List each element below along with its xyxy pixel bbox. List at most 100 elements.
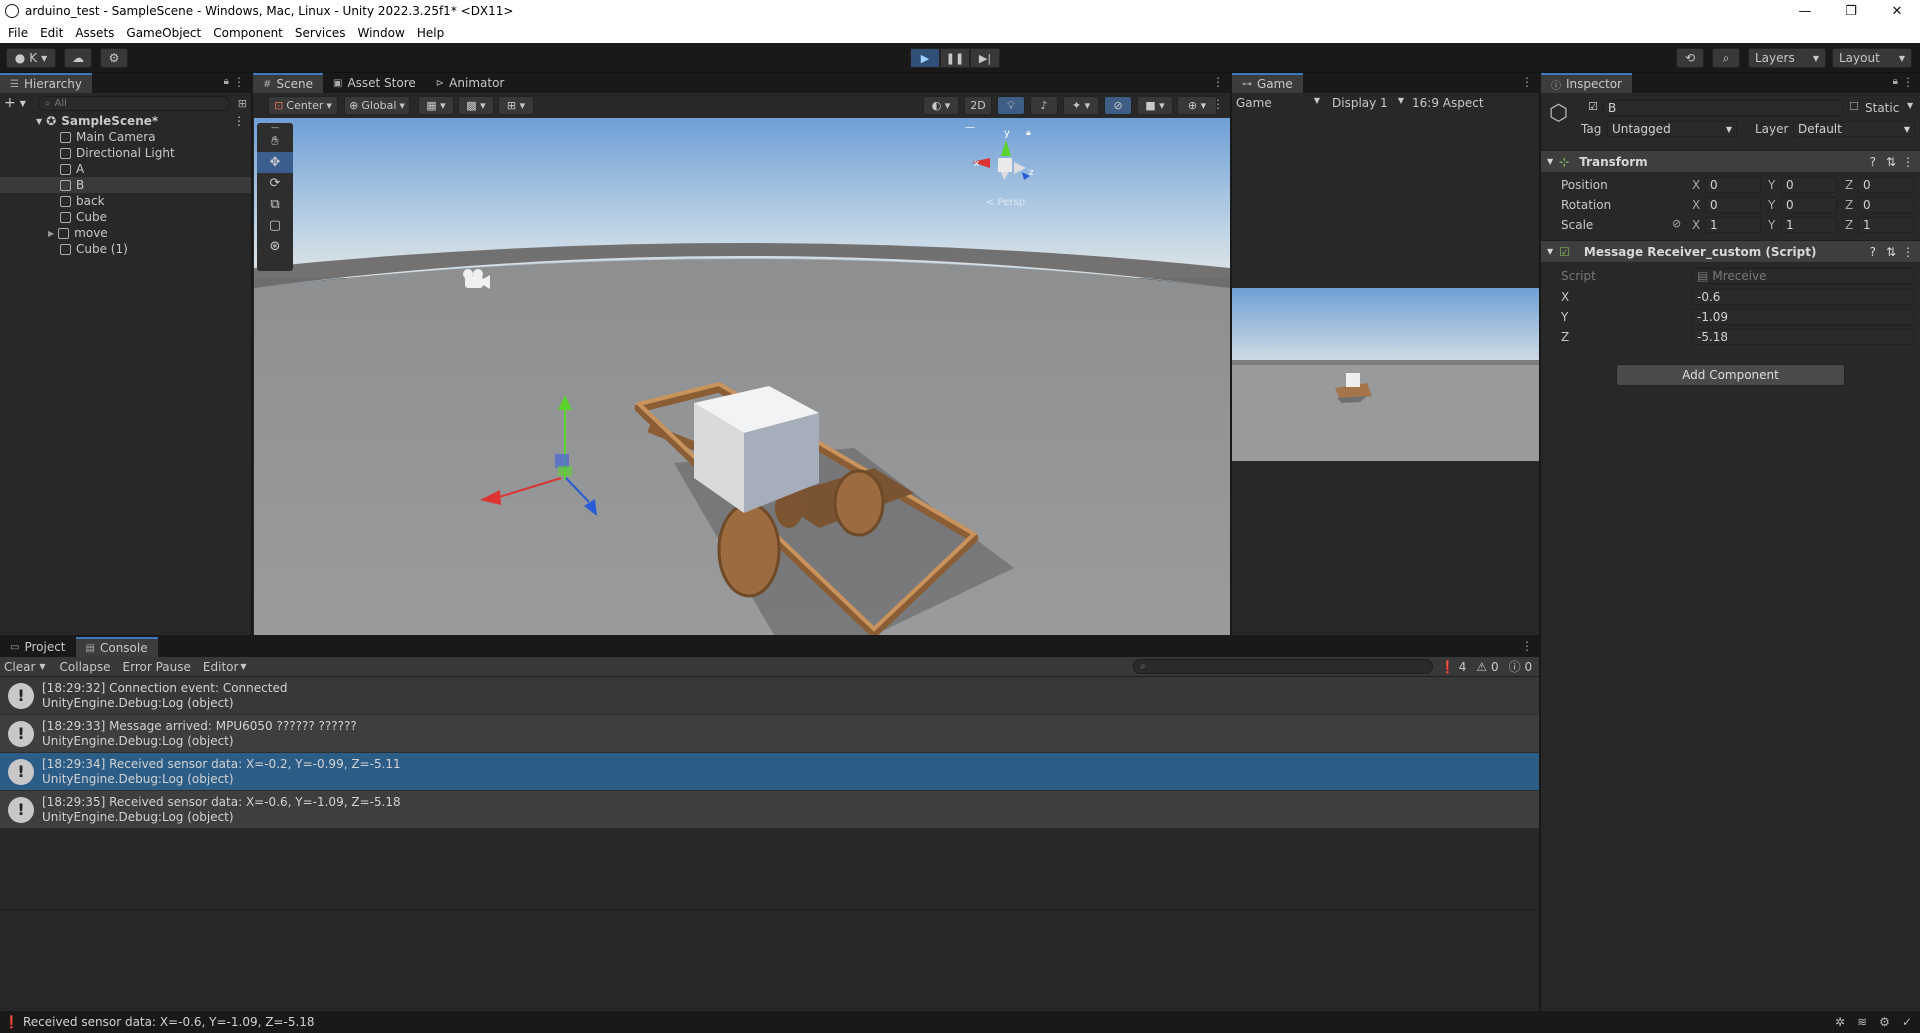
scale-tool[interactable]: ⧉ (257, 194, 293, 215)
step-button[interactable]: ▶| (970, 48, 1000, 68)
tag-dropdown[interactable]: Untagged ▼ (1607, 121, 1737, 137)
lock-icon[interactable]: 🔒︎ (1026, 128, 1031, 138)
perspective-label[interactable]: < Persp (986, 197, 1025, 208)
pause-button[interactable]: ❚❚ (940, 48, 970, 68)
tab-hierarchy[interactable]: ☰ Hierarchy (0, 73, 92, 93)
bug-icon[interactable]: ✲ (1835, 1015, 1845, 1029)
more-menu-icon[interactable]: ⋮ (1902, 245, 1914, 259)
snap-settings-button[interactable]: ⊞ ▾ (498, 96, 534, 115)
menu-edit[interactable]: Edit (34, 26, 69, 40)
tab-console[interactable]: ▤ Console (75, 637, 158, 657)
cloud-button[interactable]: ☁ (64, 48, 92, 68)
more-menu-icon[interactable]: ⋮ (233, 75, 245, 89)
transform-tool[interactable]: ⊛ (257, 236, 293, 257)
pivot-dropdown[interactable]: ⊡ Center ▼ (268, 96, 338, 115)
draw-mode-button[interactable]: ◐ ▾ (923, 96, 959, 115)
hierarchy-item-cube-1[interactable]: Cube (1) (0, 241, 251, 257)
log-count-toggle[interactable]: ❗ 4 (1440, 660, 1466, 674)
undo-history-button[interactable]: ⟲ (1676, 48, 1704, 68)
object-name-input[interactable]: B (1603, 100, 1843, 116)
chevron-down-icon[interactable]: ▼ (36, 117, 42, 126)
lock-icon[interactable]: 🔒︎ (1893, 76, 1898, 87)
tab-scene[interactable]: # Scene (253, 73, 323, 93)
x-field[interactable]: -0.6 (1692, 289, 1914, 305)
check-icon[interactable]: ✓ (1902, 1015, 1912, 1029)
snap-increment-button[interactable]: ▩ ▾ (458, 96, 494, 115)
hierarchy-item-a[interactable]: A (0, 161, 251, 177)
static-checkbox[interactable]: ☐ (1849, 100, 1859, 113)
menu-assets[interactable]: Assets (69, 26, 120, 40)
more-menu-icon[interactable]: ⋮ (1212, 97, 1224, 111)
layers-icon[interactable]: ≋ (1857, 1015, 1867, 1029)
tab-project[interactable]: ▭ Project (0, 637, 76, 657)
gizmos-button[interactable]: ⊕ ▾ (1177, 96, 1217, 115)
settings-icon[interactable]: ⚙ (1879, 1015, 1890, 1029)
layout-dropdown[interactable]: Layout ▼ (1832, 48, 1912, 68)
console-log-entry[interactable]: ! [18:29:35] Received sensor data: X=-0.… (0, 791, 1539, 829)
tab-animator[interactable]: ⊳ Animator (426, 73, 515, 93)
scale-z-field[interactable]: 1 (1858, 217, 1914, 233)
hierarchy-search-input[interactable]: ⌕ All (37, 95, 230, 111)
game-mode-dropdown[interactable]: Game ▼ (1236, 96, 1320, 110)
hierarchy-item-back[interactable]: back (0, 193, 251, 209)
rotate-tool[interactable]: ⟳ (257, 173, 293, 194)
position-y-field[interactable]: 0 (1781, 177, 1837, 193)
error-pause-button[interactable]: Error Pause (117, 660, 197, 674)
more-menu-icon[interactable]: ⋮ (233, 114, 245, 128)
chevron-down-icon[interactable]: ▼ (240, 662, 246, 671)
help-icon[interactable]: ? (1870, 155, 1876, 169)
warning-count-toggle[interactable]: ⚠ 0 (1476, 660, 1498, 674)
move-tool[interactable]: ✥ (257, 152, 293, 173)
camera-settings-button[interactable]: ■ ▾ (1137, 96, 1173, 115)
toggle-2d-button[interactable]: 2D (964, 96, 992, 115)
collab-button[interactable]: ⚙ (100, 48, 128, 68)
rotation-y-field[interactable]: 0 (1781, 197, 1837, 213)
more-menu-icon[interactable]: ⋮ (1212, 75, 1224, 89)
script-component-header[interactable]: ▼ ☑ Message Receiver_custom (Script) ? ⇅… (1541, 240, 1920, 262)
minimize-button[interactable]: — (1782, 0, 1828, 22)
scene-viewport[interactable]: y x z < Persp — 🔒︎ — ✋︎ ✥ ⟳ ⧉ ▢ ⊛ (254, 118, 1230, 635)
tab-asset-store[interactable]: ▣ Asset Store (323, 73, 426, 93)
hierarchy-item-directional-light[interactable]: Directional Light (0, 145, 251, 161)
search-button[interactable]: ⌕ (1712, 48, 1740, 68)
hierarchy-item-main-camera[interactable]: Main Camera (0, 129, 251, 145)
menu-file[interactable]: File (2, 26, 34, 40)
rect-tool[interactable]: ▢ (257, 215, 293, 236)
status-message[interactable]: Received sensor data: X=-0.6, Y=-1.09, Z… (23, 1015, 315, 1029)
maximize-button[interactable]: ❐ (1828, 0, 1874, 22)
scale-y-field[interactable]: 1 (1781, 217, 1837, 233)
visibility-toggle[interactable]: ⊘ (1104, 96, 1132, 115)
more-menu-icon[interactable]: ⋮ (1902, 155, 1914, 169)
console-log-entry[interactable]: ! [18:29:34] Received sensor data: X=-0.… (0, 753, 1539, 791)
position-x-field[interactable]: 0 (1705, 177, 1761, 193)
hierarchy-item-move[interactable]: ▶ move (0, 225, 251, 241)
scene-root-item[interactable]: ▼ ✪ SampleScene* ⋮ (0, 113, 251, 129)
scene-visibility-icon[interactable]: ⊞ (238, 97, 247, 110)
menu-window[interactable]: Window (352, 26, 411, 40)
aspect-dropdown[interactable]: 16:9 Aspect (1412, 96, 1484, 110)
z-field[interactable]: -5.18 (1692, 329, 1914, 345)
menu-services[interactable]: Services (289, 26, 352, 40)
menu-help[interactable]: Help (411, 26, 450, 40)
clear-button[interactable]: Clear (0, 660, 39, 674)
console-log-entry[interactable]: ! [18:29:32] Connection event: Connected… (0, 677, 1539, 715)
help-icon[interactable]: ? (1870, 245, 1876, 259)
hierarchy-item-cube[interactable]: Cube (0, 209, 251, 225)
tab-game[interactable]: ⊶ Game (1232, 73, 1303, 93)
console-log-entry[interactable]: ! [18:29:33] Message arrived: MPU6050 ??… (0, 715, 1539, 753)
menu-gameobject[interactable]: GameObject (120, 26, 207, 40)
y-field[interactable]: -1.09 (1692, 309, 1914, 325)
layers-dropdown[interactable]: Layers ▼ (1748, 48, 1826, 68)
add-object-button[interactable]: + (4, 95, 16, 111)
audio-toggle[interactable]: ♪ (1030, 96, 1058, 115)
effects-toggle[interactable]: ✦ ▾ (1063, 96, 1099, 115)
more-menu-icon[interactable]: ⋮ (1521, 639, 1533, 653)
game-viewport[interactable] (1232, 288, 1539, 461)
transform-header[interactable]: ▼ ⊹ Transform ? ⇅ ⋮ (1541, 150, 1920, 172)
lighting-toggle[interactable]: 💡︎ (997, 96, 1025, 115)
scale-x-field[interactable]: 1 (1705, 217, 1761, 233)
lock-icon[interactable]: 🔒︎ (224, 76, 229, 87)
grid-snap-button[interactable]: ▦ ▾ (418, 96, 454, 115)
error-count-toggle[interactable]: ⓘ 0 (1509, 658, 1532, 675)
more-menu-icon[interactable]: ⋮ (1902, 75, 1914, 89)
